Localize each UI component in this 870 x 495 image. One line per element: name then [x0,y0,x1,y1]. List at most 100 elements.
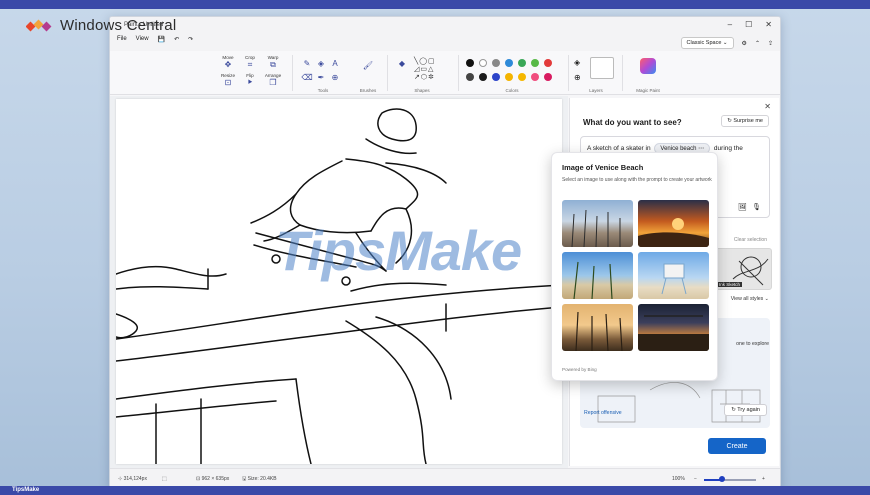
space-mode-dropdown[interactable]: Classic Space ⌄ [680,37,734,49]
menu-bar: File View 💾 ↶ ↷ [117,36,193,43]
ink-sketch-style[interactable]: Ink Sketch [712,248,772,290]
layer-thumbnail[interactable] [590,57,614,79]
layers-label: Layers [589,88,603,93]
microphone-icon[interactable]: 🎙 [752,203,761,211]
shapes-group: ◆ ╲◯▢ ◿▭△ ↗⬡✲ Shapes [392,53,452,93]
surprise-me-label: Surprise me [733,118,763,124]
cursor-position-value: 314,124px [123,476,147,482]
minimize-button[interactable]: – [728,20,732,29]
sunset-palms-art [575,311,623,351]
color-swatch[interactable] [492,59,500,67]
venice-image-5[interactable] [562,304,633,351]
color-swatch[interactable] [479,73,487,81]
shapes-gallery-icon[interactable]: ╲◯▢ ◿▭△ ↗⬡✲ [414,57,436,81]
prompt-suffix: during the [713,145,743,152]
color-swatch[interactable] [492,73,500,81]
warp-icon: ⧉ [270,60,276,69]
settings-icon[interactable]: ⚙ [742,40,747,47]
layers-group: ◈ ⊕ Layers [572,53,620,93]
share-icon[interactable]: ⇪ [768,40,773,47]
color-swatch[interactable] [518,59,526,67]
tools-label: Tools [317,88,329,93]
view-all-styles-link[interactable]: View all styles ⌄ [731,296,769,302]
powered-by-label: Powered by Bing [562,367,597,372]
image-attach-icon[interactable]: 🖼 [738,203,747,211]
diamonds-logo-icon [26,19,52,31]
cursor-position: ⊹ 314,124px [118,476,147,482]
file-size-value: Size: 20.4KB [247,476,277,482]
menu-view[interactable]: View [136,36,149,43]
warp-tool[interactable]: Warp ⧉ [263,55,283,69]
space-mode-label: Classic Space [686,40,722,46]
color-swatch[interactable] [466,59,474,67]
zoom-slider-thumb[interactable] [719,476,726,482]
flip-tool[interactable]: Flip ⯈ [240,73,260,87]
create-button[interactable]: Create [708,438,766,454]
menu-file[interactable]: File [117,36,127,43]
zoom-out-icon[interactable]: − [694,476,697,482]
redo-icon[interactable]: ↷ [188,36,193,43]
venice-image-3[interactable] [562,252,633,299]
zoom-slider[interactable] [704,476,756,482]
popup-description: Select an image to use along with the pr… [562,177,712,183]
close-button[interactable]: ✕ [765,20,772,29]
view-all-label: View all styles [730,296,764,302]
title-tools: Classic Space ⌄ ⚙ ⌃ ⇪ [680,37,773,49]
brushes-group: 🖌 Brushes [354,53,382,93]
brand-logo: Windows Central [26,17,176,34]
color-swatch[interactable] [518,73,526,81]
canvas-size-value: 962 × 635px [201,476,230,482]
window-controls: – ☐ ✕ [728,20,772,29]
divider [568,55,569,91]
divider [622,55,623,91]
venice-image-1[interactable] [562,200,633,247]
text-icon[interactable]: A [325,59,345,68]
resize-icon: ⊡ [224,78,232,87]
undo-icon[interactable]: ↶ [174,36,179,43]
clear-selection-link[interactable]: Clear selection [734,237,767,243]
report-offensive-link[interactable]: Report offensive [584,410,622,416]
bottom-accent-bar [0,486,870,495]
zoom-in-icon[interactable]: + [762,476,765,482]
try-again-button[interactable]: ↻ Try again [724,404,767,416]
venice-image-4[interactable] [638,252,709,299]
color-swatch[interactable] [544,73,552,81]
title-bar: Paint - Untitled File View 💾 ↶ ↷ – ☐ ✕ C… [110,17,780,51]
divider [292,55,293,91]
arrange-tool[interactable]: Arrange ❐ [263,73,283,87]
canvas-size: ⊡ 962 × 635px [196,476,230,482]
color-swatch[interactable] [479,59,487,67]
selection-icon: ⬚ [162,476,167,482]
color-swatch[interactable] [531,59,539,67]
arrange-icon: ❐ [269,78,277,87]
magnifier-icon[interactable]: ⊕ [325,73,345,82]
color-swatch[interactable] [531,73,539,81]
shapes-icon[interactable]: ◆ [392,59,412,68]
venice-image-2[interactable] [638,200,709,247]
color-swatch[interactable] [544,59,552,67]
status-bar: ⊹ 314,124px ⬚ ⊡ 962 × 635px 🖫 Size: 20.4… [110,468,780,487]
file-size: 🖫 Size: 20.4KB [242,476,277,482]
color-swatch[interactable] [505,59,513,67]
surprise-me-button[interactable]: ↻ Surprise me [721,115,769,127]
magic-paint-icon[interactable] [640,58,656,74]
close-panel-icon[interactable]: ✕ [764,102,771,111]
beach-palms-art [573,261,613,299]
colors-group: Colors [462,53,562,93]
save-icon[interactable]: 💾 [158,36,165,43]
crop-tool[interactable]: Crop ⌗ [240,55,260,69]
layers-icon[interactable]: ◈ [574,58,580,67]
popup-title: Image of Venice Beach [562,163,644,172]
resize-tool[interactable]: Resize ⊡ [218,73,238,87]
palm-row-art [571,209,621,247]
move-tool[interactable]: Move ✥ [218,55,238,69]
brush-icon[interactable]: 🖌 [358,61,378,70]
collapse-icon[interactable]: ⌃ [755,40,760,47]
venice-image-6[interactable] [638,304,709,351]
color-swatch[interactable] [466,73,474,81]
color-swatch[interactable] [505,73,513,81]
magic-paint-group: Magic Paint [626,53,670,93]
maximize-button[interactable]: ☐ [745,20,752,29]
add-layer-icon[interactable]: ⊕ [574,73,581,82]
flip-icon: ⯈ [246,78,254,87]
